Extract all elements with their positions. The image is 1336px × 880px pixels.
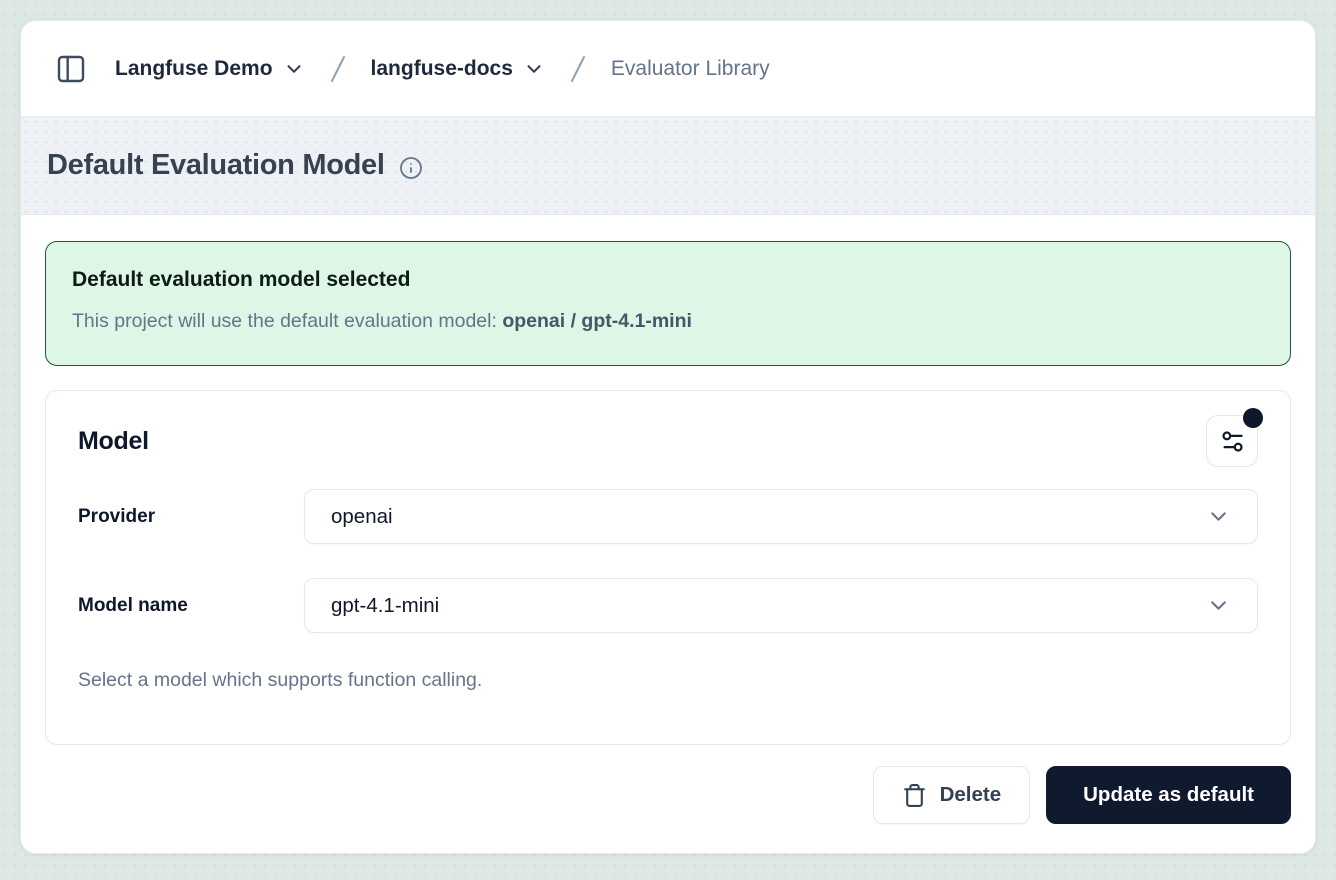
breadcrumb-separator [567, 53, 589, 85]
delete-button[interactable]: Delete [873, 766, 1031, 824]
sliders-icon [1219, 428, 1246, 455]
breadcrumb-separator [327, 53, 349, 85]
breadcrumb-org-dropdown[interactable]: Langfuse Demo [111, 51, 309, 87]
main-content: Default evaluation model selected This p… [21, 215, 1315, 853]
notification-dot [1243, 408, 1263, 428]
provider-row: Provider openai [78, 489, 1258, 544]
model-card: Model Provider openai [45, 390, 1291, 745]
breadcrumb-project-dropdown[interactable]: langfuse-docs [367, 51, 549, 87]
breadcrumb-project-label: langfuse-docs [371, 57, 513, 81]
sidebar-toggle-button[interactable] [49, 47, 93, 91]
model-advanced-settings-button[interactable] [1206, 415, 1258, 467]
default-model-banner: Default evaluation model selected This p… [45, 241, 1291, 366]
banner-model-name: openai / gpt-4.1-mini [502, 310, 692, 332]
update-button-label: Update as default [1083, 783, 1254, 807]
panel-left-icon [55, 53, 87, 85]
banner-title: Default evaluation model selected [72, 268, 1264, 292]
breadcrumb-bar: Langfuse Demo langfuse-docs Evaluator Li… [21, 21, 1315, 117]
model-helper-text: Select a model which supports function c… [78, 669, 1258, 692]
breadcrumb-page-label: Evaluator Library [611, 57, 770, 81]
model-card-header: Model [78, 415, 1258, 467]
model-card-title: Model [78, 415, 149, 467]
chevron-down-icon [283, 58, 305, 80]
model-name-label: Model name [78, 595, 304, 617]
actions-row: Delete Update as default [45, 766, 1291, 824]
breadcrumb-org-label: Langfuse Demo [115, 57, 273, 81]
page-title: Default Evaluation Model [47, 149, 385, 182]
update-as-default-button[interactable]: Update as default [1046, 766, 1291, 824]
banner-body-text: This project will use the default evalua… [72, 310, 502, 332]
delete-button-label: Delete [940, 783, 1002, 807]
provider-label: Provider [78, 506, 304, 528]
chevron-down-icon [523, 58, 545, 80]
banner-body: This project will use the default evalua… [72, 310, 1264, 333]
model-name-row: Model name gpt-4.1-mini [78, 578, 1258, 633]
model-name-select[interactable]: gpt-4.1-mini [304, 578, 1258, 633]
trash-icon [902, 783, 927, 808]
breadcrumb-page-link[interactable]: Evaluator Library [607, 51, 774, 87]
chevron-down-icon [1206, 593, 1231, 618]
provider-select-value: openai [331, 505, 1206, 529]
app-window: Langfuse Demo langfuse-docs Evaluator Li… [20, 20, 1316, 854]
info-icon[interactable] [399, 156, 423, 180]
page-header: Default Evaluation Model [21, 117, 1315, 215]
chevron-down-icon [1206, 504, 1231, 529]
model-name-select-value: gpt-4.1-mini [331, 594, 1206, 618]
provider-select[interactable]: openai [304, 489, 1258, 544]
